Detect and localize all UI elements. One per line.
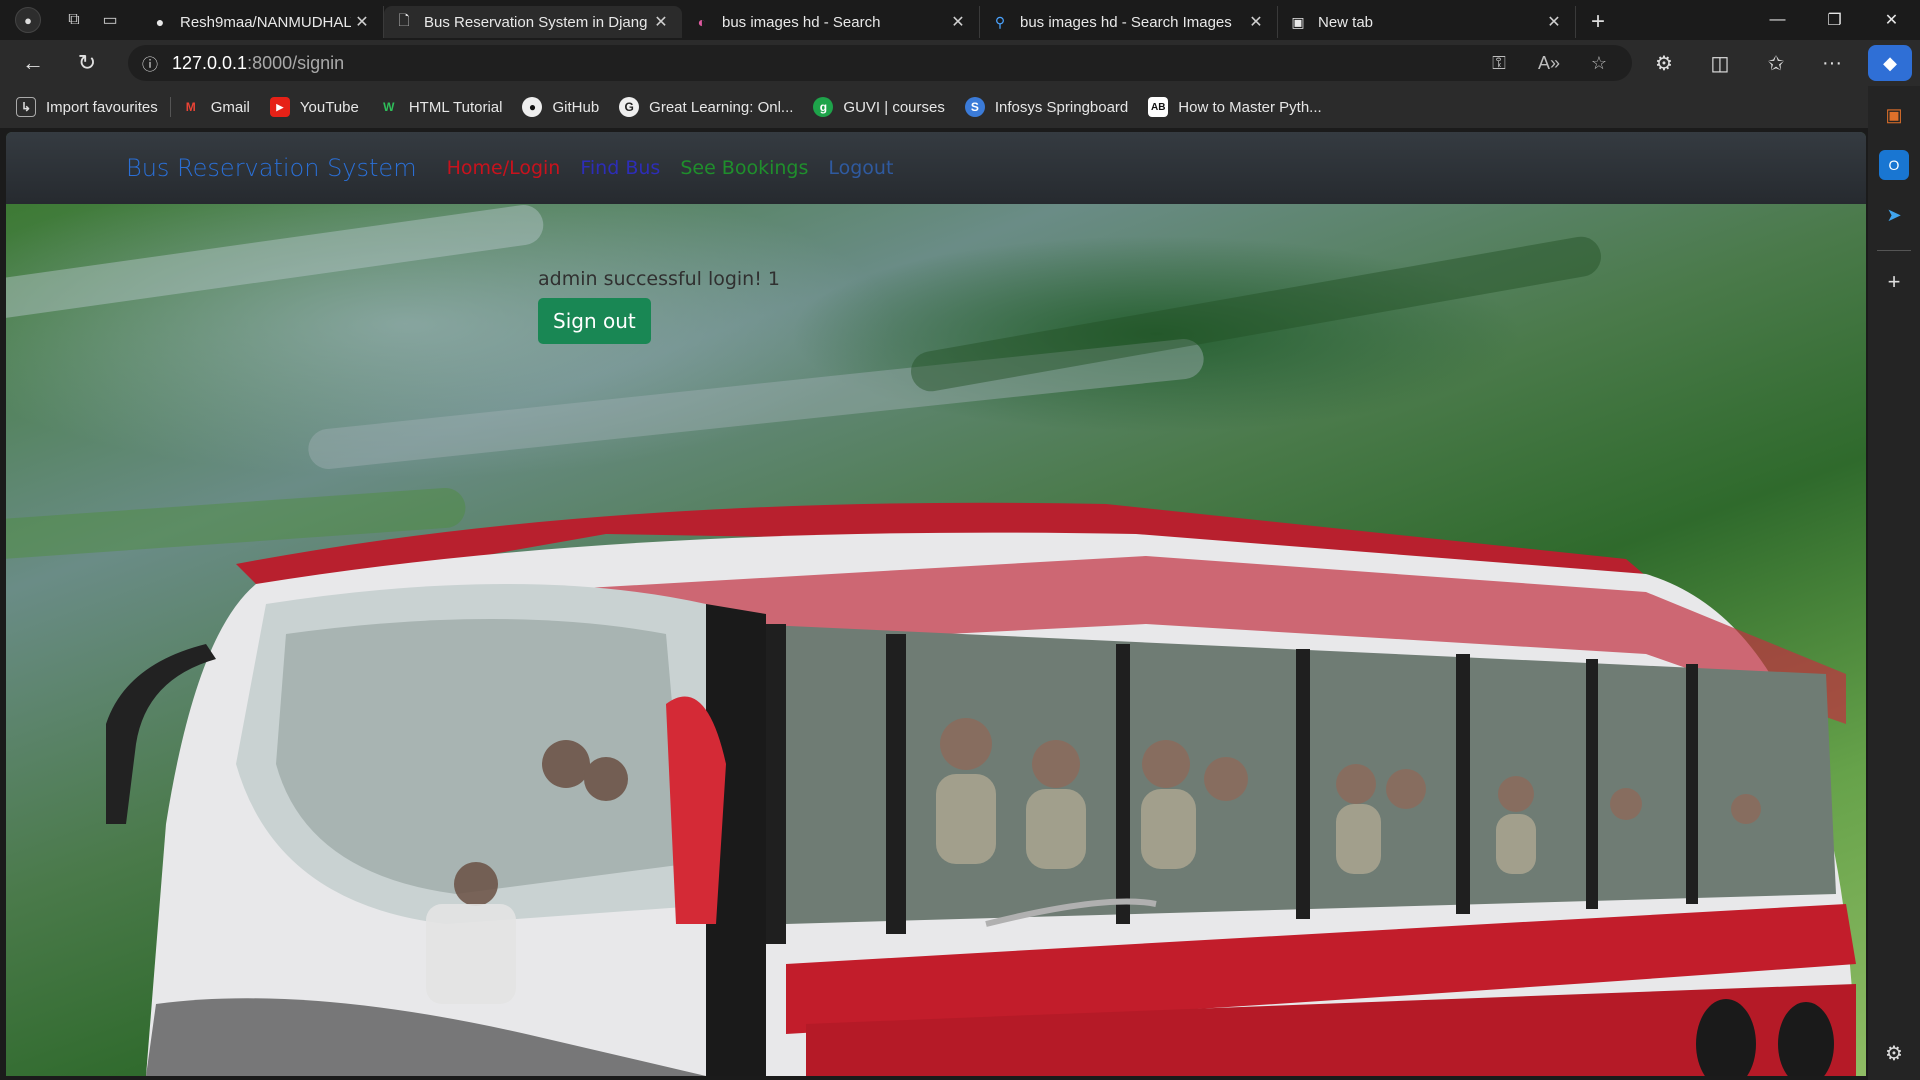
close-window-icon[interactable]: ✕ <box>1863 0 1920 40</box>
url-text[interactable]: 127.0.0.1:8000/signin <box>172 53 344 74</box>
site-info-icon[interactable]: ⓘ <box>128 51 172 75</box>
close-tab-icon[interactable]: ✕ <box>351 12 373 32</box>
address-bar[interactable]: ⓘ 127.0.0.1:8000/signin ⚿ A» ☆ <box>128 45 1632 81</box>
github-icon: ● <box>522 97 543 117</box>
settings-gear-icon[interactable]: ⚙ <box>1885 1041 1903 1066</box>
favourite-great-learning[interactable]: G Great Learning: Onl... <box>619 97 793 117</box>
refresh-icon[interactable]: ↻ <box>60 40 114 86</box>
close-tab-icon[interactable]: ✕ <box>1543 12 1565 32</box>
close-tab-icon[interactable]: ✕ <box>947 12 969 32</box>
favourite-html-tutorial[interactable]: W HTML Tutorial <box>379 97 503 117</box>
favourite-label: Import favourites <box>46 98 158 116</box>
read-aloud-icon[interactable]: A» <box>1524 53 1574 74</box>
extensions-icon[interactable]: ⚙ <box>1636 40 1692 86</box>
outlook-icon[interactable]: O <box>1879 150 1909 180</box>
toolbar-right: ⚙ ◫ ✩ ··· ◆ <box>1636 40 1920 86</box>
tab-title: New tab <box>1318 13 1374 31</box>
document-icon: 🗋 <box>398 12 410 28</box>
favourite-label: YouTube <box>299 98 359 116</box>
ab-icon: AB <box>1148 97 1169 117</box>
vertical-tabs-icon[interactable]: ▭ <box>92 5 128 35</box>
tab-title: bus images hd - Search <box>722 13 881 31</box>
address-bar-actions: ⚿ A» ☆ <box>1474 45 1624 81</box>
copilot-button-icon[interactable]: ◆ <box>1868 45 1912 81</box>
site-brand[interactable]: Bus Reservation System <box>126 154 417 182</box>
infosys-icon: S <box>964 97 985 117</box>
edge-sidebar: ▣ O ➤ + ⚙ <box>1868 86 1920 1080</box>
newtab-icon: ▣ <box>1291 13 1305 30</box>
minimize-icon[interactable]: — <box>1749 0 1806 40</box>
tab-title: Resh9maa/NANMUDHALVAN_TU <box>180 13 351 31</box>
w3schools-icon: W <box>383 100 395 114</box>
favourite-label: GitHub <box>552 98 600 116</box>
close-tab-icon[interactable]: ✕ <box>650 12 672 32</box>
sidebar-divider <box>1877 250 1911 251</box>
tools-icon[interactable]: ▣ <box>1879 100 1909 130</box>
nav-find-bus[interactable]: Find Bus <box>580 157 660 179</box>
window-controls: — ❐ ✕ <box>1749 0 1920 40</box>
favourite-label: Infosys Springboard <box>994 98 1129 116</box>
tab-title: bus images hd - Search Images <box>1020 13 1232 31</box>
copilot-icon: ◐ <box>697 14 707 30</box>
search-icon: ⚲ <box>994 13 1006 30</box>
sign-out-button[interactable]: Sign out <box>538 298 651 344</box>
favourite-label: GUVI | courses <box>843 98 945 116</box>
more-options-icon[interactable]: ··· <box>1804 40 1860 86</box>
favourite-infosys[interactable]: S Infosys Springboard <box>964 97 1129 117</box>
tab-strip: ● ⧉ ▭ ● Resh9maa/NANMUDHALVAN_TU ✕ 🗋 Bus… <box>0 0 1920 40</box>
page-viewport: Bus Reservation System Home/Login Find B… <box>0 128 1868 1080</box>
favourite-gmail[interactable]: M Gmail <box>181 97 250 117</box>
favourite-import[interactable]: ↳ Import favourites <box>16 97 158 117</box>
favourite-youtube[interactable]: ▶ YouTube <box>269 97 359 117</box>
import-icon: ↳ <box>16 97 36 117</box>
favorite-star-icon[interactable]: ☆ <box>1574 53 1624 74</box>
login-success-message: admin successful login! 1 <box>538 268 780 290</box>
great-learning-icon: G <box>619 97 640 117</box>
favourite-label: HTML Tutorial <box>408 98 503 116</box>
tab-github[interactable]: ● Resh9maa/NANMUDHALVAN_TU ✕ <box>140 6 384 38</box>
favourite-label: How to Master Pyth... <box>1178 98 1322 116</box>
url-host: 127.0.0.1 <box>172 52 248 73</box>
split-screen-icon[interactable]: ◫ <box>1692 40 1748 86</box>
back-icon[interactable]: ← <box>6 40 60 86</box>
favourite-label: Great Learning: Onl... <box>649 98 794 116</box>
nav-home-login[interactable]: Home/Login <box>447 157 561 179</box>
nav-logout[interactable]: Logout <box>828 157 893 179</box>
tab-title: Bus Reservation System in Djang <box>424 13 648 31</box>
github-icon: ● <box>155 14 165 30</box>
send-icon[interactable]: ➤ <box>1879 200 1909 230</box>
favourites-divider <box>169 97 171 117</box>
password-key-icon[interactable]: ⚿ <box>1474 53 1524 74</box>
web-page: Bus Reservation System Home/Login Find B… <box>6 132 1866 1076</box>
browser-window: ● ⧉ ▭ ● Resh9maa/NANMUDHALVAN_TU ✕ 🗋 Bus… <box>0 0 1920 1080</box>
youtube-icon: ▶ <box>269 97 290 117</box>
guvi-icon: g <box>813 97 834 117</box>
nav-see-bookings[interactable]: See Bookings <box>680 157 808 179</box>
site-navbar: Bus Reservation System Home/Login Find B… <box>6 132 1866 204</box>
url-path: :8000/signin <box>247 52 345 73</box>
workspaces-icon[interactable]: ⧉ <box>56 5 92 35</box>
close-tab-icon[interactable]: ✕ <box>1245 12 1267 32</box>
favourite-label: Gmail <box>210 98 250 116</box>
favourites-bar: ↳ Import favourites M Gmail ▶ YouTube W … <box>0 86 1920 128</box>
tab-new-tab[interactable]: ▣ New tab ✕ <box>1278 6 1576 38</box>
new-tab-button[interactable]: + <box>1576 6 1620 38</box>
profile-avatar-icon: ● <box>15 7 41 33</box>
bus-image <box>106 502 1856 1076</box>
favourite-guvi[interactable]: g GUVI | courses <box>813 97 945 117</box>
gmail-icon: M <box>185 100 196 114</box>
hero-background: admin successful login! 1 Sign out <box>6 204 1866 1076</box>
profile-button[interactable]: ● <box>0 0 56 40</box>
tab-bus-reservation[interactable]: 🗋 Bus Reservation System in Djang ✕ <box>384 6 682 38</box>
favorites-icon[interactable]: ✩ <box>1748 40 1804 86</box>
add-icon[interactable]: + <box>1879 267 1909 297</box>
tab-bus-images-search-images[interactable]: ⚲ bus images hd - Search Images ✕ <box>980 6 1278 38</box>
favourite-github[interactable]: ● GitHub <box>522 97 599 117</box>
restore-icon[interactable]: ❐ <box>1806 0 1863 40</box>
favourite-master-python[interactable]: AB How to Master Pyth... <box>1148 97 1322 117</box>
browser-toolbar: ← ↻ ⓘ 127.0.0.1:8000/signin ⚿ A» ☆ ⚙ ◫ ✩… <box>0 40 1920 86</box>
tab-bus-images-search[interactable]: ◐ bus images hd - Search ✕ <box>682 6 980 38</box>
